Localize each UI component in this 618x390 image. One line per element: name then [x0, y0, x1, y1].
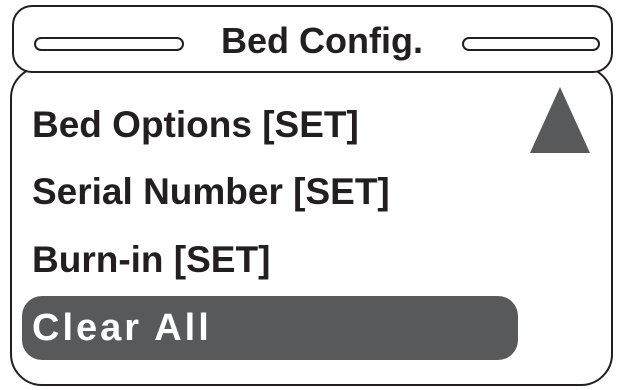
title-decoration-right	[462, 37, 600, 51]
menu-item-serial-number[interactable]: Serial Number [SET]	[32, 170, 390, 214]
menu-item-burn-in[interactable]: Burn-in [SET]	[32, 238, 270, 282]
title-decoration-left	[34, 37, 184, 51]
menu-item-bed-options[interactable]: Bed Options [SET]	[32, 103, 359, 147]
screen-title: Bed Config.	[221, 20, 423, 61]
scroll-up-arrow-icon[interactable]	[530, 87, 590, 153]
title-bar: Bed Config.	[12, 5, 613, 73]
menu-item-clear-all[interactable]: Clear All	[22, 296, 518, 360]
menu-item-clear-all-label: Clear All	[32, 307, 212, 349]
